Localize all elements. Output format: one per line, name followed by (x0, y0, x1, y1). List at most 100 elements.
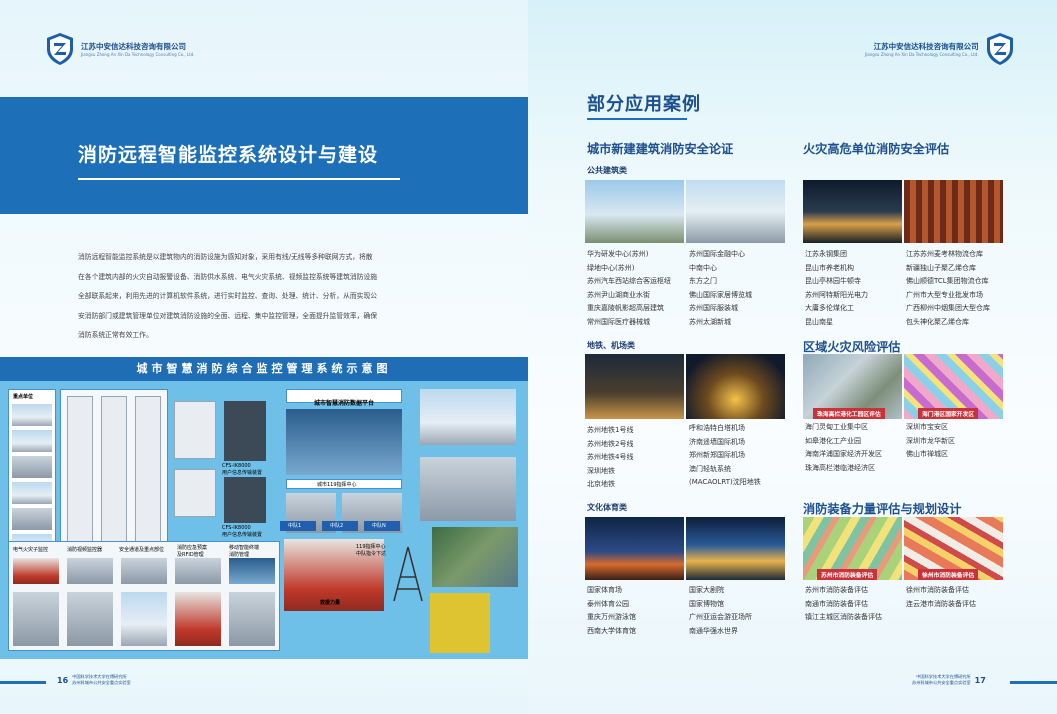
footer-line: 苏州科城市公共安全重点实验室 (72, 680, 131, 685)
brigade-tag: 中队2 (322, 521, 358, 531)
company-logo: 江苏中安信达科技咨询有限公司 Jiangsu Zhong An Xin Da T… (45, 32, 195, 66)
building-photo (12, 456, 52, 478)
list-item: 江苏永钢集团 (805, 250, 847, 258)
subsystem-photo (13, 558, 59, 584)
list-item: 南通市消防装备评估 (805, 599, 868, 608)
section-title-urban: 城市新建建筑消防安全论证 (587, 142, 734, 156)
list-item: 苏州汽车西站综合客运枢纽 (587, 277, 671, 286)
map-caption: 苏州市消防装备评估 (817, 569, 878, 580)
subsystem-photo (67, 558, 113, 584)
device-column (67, 396, 93, 546)
subsystem-photo (121, 558, 167, 584)
network-tower-icon (393, 546, 423, 602)
list-metro-col2: 呼和浩特白塔机场 济南遥墙国际机场 郑州新郑国际机场 澳门轻轨系统 (MACAO… (689, 422, 761, 490)
alarm-panel-photo (430, 593, 490, 653)
subsystem-label: 移动智能终端 消防管理 (229, 545, 260, 558)
list-item: 广州亚运会游亚场所 (689, 613, 752, 622)
cases-title: 部分应用案例 (587, 94, 701, 115)
city-photo (420, 389, 516, 445)
case-map-xuzhou: 徐州市消防装备评估 (904, 517, 1003, 580)
list-item: 西南大学体育馆 (587, 626, 636, 635)
cfs-label: CFS-IK8000 用户信息传输装置 (222, 525, 263, 538)
list-item: 东方之门 (689, 277, 717, 286)
building-photo (12, 404, 52, 426)
subsystem-photo (175, 558, 221, 584)
brigade-tag-label: 中队1 (288, 523, 302, 529)
stadium-photo (420, 457, 516, 521)
list-regional-col1: 海门灵甸工业集中区 如皋港化工产业园 海南洋浦国家经济开发区 珠海高栏港临港经济… (805, 421, 882, 475)
list-public-col2: 苏州国际金融中心 中南中心 东方之门 佛山国际家居博览城 苏州国际服装城 苏州太… (689, 248, 752, 330)
section-title-regional: 区域火灾风险评估 (803, 340, 901, 354)
case-photo-theater (686, 517, 785, 580)
key-units-panel: 重点单位 (8, 389, 56, 557)
brigade-tag: 中队1 (280, 521, 316, 531)
list-item: 佛山市禅城区 (906, 450, 948, 459)
list-item: 国家博物馆 (689, 599, 724, 608)
list-equipment-col2: 徐州市消防装备评估 连云港市消防装备评估 (906, 584, 976, 611)
footer: 中国科学技术大学在博研究所 苏州科城市公共安全重点实验室 17 (912, 674, 986, 686)
section-title-high-risk: 火灾高危单位消防安全评估 (803, 142, 950, 156)
list-culture-col2: 国家大剧院 国家博物馆 广州亚运会游亚场所 南通华强水世界 (689, 584, 752, 638)
list-item: 苏州地铁1号线 (587, 426, 634, 434)
list-item: 华为研发中心(苏州) (587, 250, 649, 258)
subsystem-label: 消防应急预案 及RFID管理 (177, 545, 208, 558)
list-item: 苏州尹山湖商业水街 (587, 290, 650, 299)
list-item: 徐州市消防装备评估 (906, 586, 969, 594)
list-item: 苏州国际服装城 (689, 304, 738, 313)
subtitle-public: 公共建筑类 (587, 166, 627, 175)
case-photo-birds-nest (585, 517, 684, 580)
list-item: 泰州体育公园 (587, 599, 629, 608)
list-equipment-col1: 苏州市消防装备评估 南通市消防装备评估 镇江主城区消防装备评估 (805, 584, 882, 625)
device-column (101, 396, 127, 546)
footer-bar (0, 681, 46, 684)
list-item: 佛山顺德TCL集团物流仓库 (906, 277, 989, 286)
list-item: 海南洋浦国家经济开发区 (805, 450, 882, 459)
list-item: 海门灵甸工业集中区 (805, 423, 868, 431)
footer: 16 中国科学技术大学在博研究所 苏州科城市公共安全重点实验室 (57, 674, 131, 686)
company-name-en: Jiangsu Zhong An Xin Da Technology Consu… (81, 52, 195, 57)
case-photo-airport (686, 354, 785, 419)
case-photo-warehouse (904, 180, 1003, 243)
section-title-equipment: 消防装备力量评估与规划设计 (803, 502, 962, 516)
subsystem-photo (175, 592, 221, 646)
case-photo-skyline (686, 180, 785, 243)
list-item: 如皋港化工产业园 (805, 436, 861, 445)
list-item: 苏州地铁4号线 (587, 453, 634, 462)
gis-map-photo (432, 527, 518, 587)
case-map-suzhou: 苏州市消防装备评估 (803, 517, 902, 580)
list-item: 包头神化聚乙烯仓库 (906, 317, 969, 326)
brigade-tag: 中队N (364, 521, 400, 531)
list-item: 苏州太湖新城 (689, 317, 731, 326)
subsystem-label: 安全通道及重点部位 (119, 547, 165, 553)
subsystem-photo (67, 592, 113, 646)
subsystem-label: 消防视频监控器 (67, 547, 103, 553)
page-title: 消防远程智能监控系统设计与建设 (78, 144, 379, 166)
monitor-center-photo (286, 409, 402, 475)
list-high-risk-col1: 江苏永钢集团 昆山市养老机构 昆山亭林园牛顿寺 苏州阿特斯阳光电力 大庸多伦煤化… (805, 248, 868, 330)
page-number: 16 (57, 675, 69, 685)
intro-paragraph: 消防远程智能监控系统是以建筑物内的消防设施为感知对象，采用有线/无线等多种联网方… (78, 248, 454, 346)
company-name-en: Jiangsu Zhong An Xin Da Technology Consu… (865, 52, 979, 57)
list-item: 苏州国际金融中心 (689, 250, 745, 258)
subsystems-panel: 电气火灾子监控 消防视频监控器 安全通道及重点部位 消防应急预案 及RFID管理… (8, 541, 280, 651)
case-map-zhuhai: 珠海高栏港化工园区评估 (803, 354, 902, 419)
cases-title-underline (587, 118, 687, 120)
force-label: 救援力量 (320, 600, 341, 606)
map-caption: 海门港区国家开发区 (918, 408, 979, 419)
list-item: 呼和浩特白塔机场 (689, 424, 745, 432)
list-regional-col2: 深圳市宝安区 深圳市龙华新区 佛山市禅城区 (906, 421, 955, 462)
list-item: 国家大剧院 (689, 586, 724, 594)
platform-header: 城市智慧消防数据平台 (286, 389, 402, 407)
list-item: 珠海高栏港临港经济区 (805, 463, 875, 472)
subtitle-culture: 文化体育类 (587, 503, 627, 512)
brigade-tag-label: 中队2 (330, 523, 344, 529)
list-item: 佛山国际家居博览城 (689, 290, 752, 299)
subsystem-photo (121, 592, 167, 646)
company-name-cn: 江苏中安信达科技咨询有限公司 (873, 42, 979, 51)
cfs-device (224, 477, 266, 523)
list-item: 昆山南星 (805, 317, 833, 326)
subsystem-photo (229, 592, 275, 646)
cfs-label: CFS-IK8000 用户信息传输装置 (222, 463, 263, 476)
case-photo-airport-night (585, 354, 684, 419)
footer-line: 苏州科城市公共安全重点实验室 (912, 680, 971, 685)
